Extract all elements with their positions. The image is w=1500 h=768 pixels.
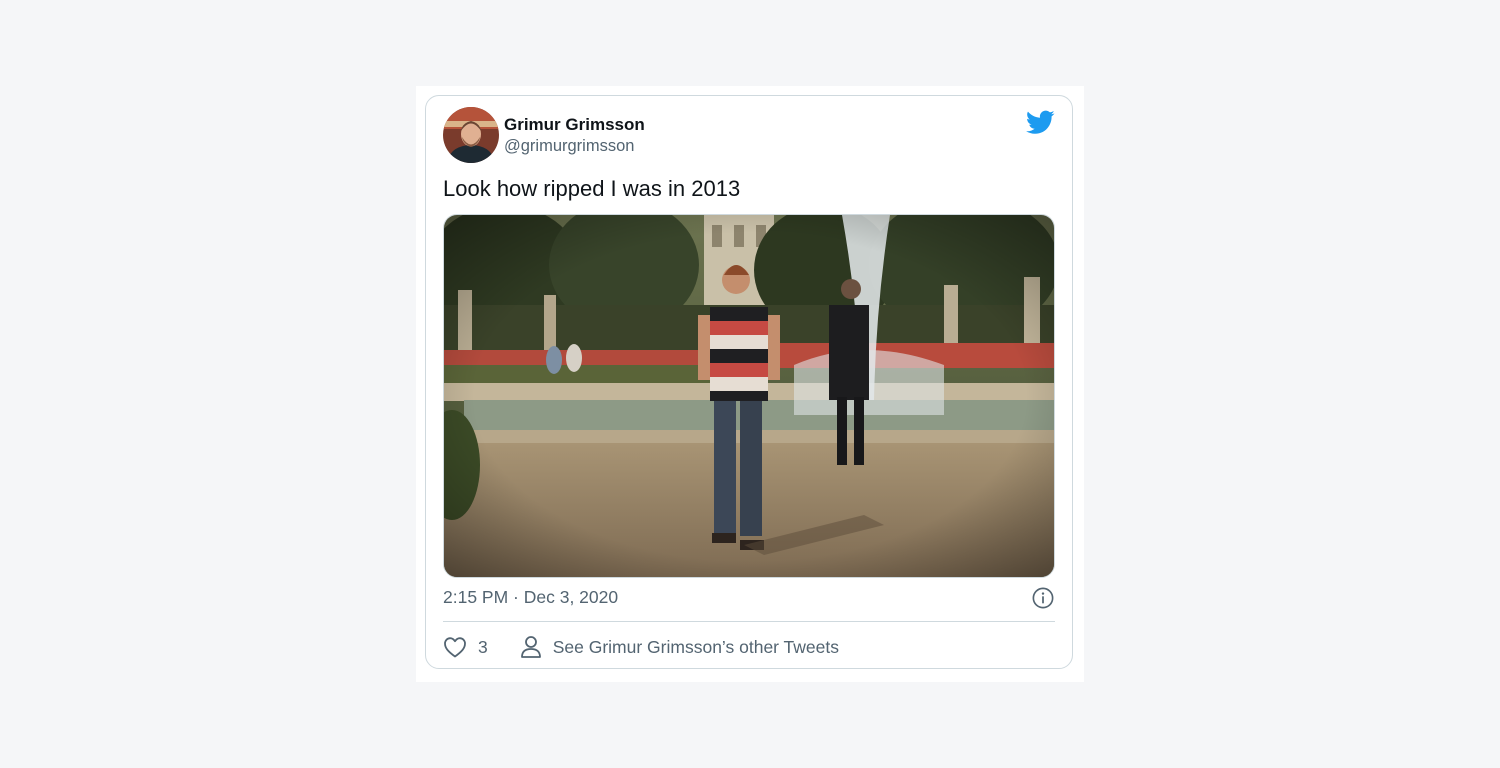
- tweet-actions: 3 See Grimur Grimsson’s other Tweets: [443, 632, 839, 662]
- author-name[interactable]: Grimur Grimsson: [504, 115, 645, 135]
- twitter-bird-icon[interactable]: [1026, 110, 1055, 135]
- tweet-photo[interactable]: [443, 214, 1055, 578]
- like-count: 3: [478, 636, 488, 657]
- author-handle[interactable]: @grimurgrimsson: [504, 137, 634, 156]
- tweet-timestamp[interactable]: 2:15 PM · Dec 3, 2020: [443, 587, 618, 608]
- see-other-tweets-label: See Grimur Grimsson’s other Tweets: [552, 636, 839, 657]
- tweet-embed-frame: Grimur Grimsson @grimurgrimsson Look how…: [416, 86, 1084, 682]
- avatar[interactable]: [443, 107, 499, 163]
- like-button[interactable]: 3: [443, 636, 488, 658]
- heart-icon: [444, 637, 466, 658]
- divider: [443, 621, 1055, 622]
- info-icon[interactable]: [1032, 587, 1054, 609]
- tweet-card[interactable]: Grimur Grimsson @grimurgrimsson Look how…: [425, 95, 1073, 669]
- see-other-tweets-link[interactable]: See Grimur Grimsson’s other Tweets: [520, 635, 839, 659]
- tweet-text: Look how ripped I was in 2013: [443, 176, 741, 201]
- person-icon: [520, 636, 541, 658]
